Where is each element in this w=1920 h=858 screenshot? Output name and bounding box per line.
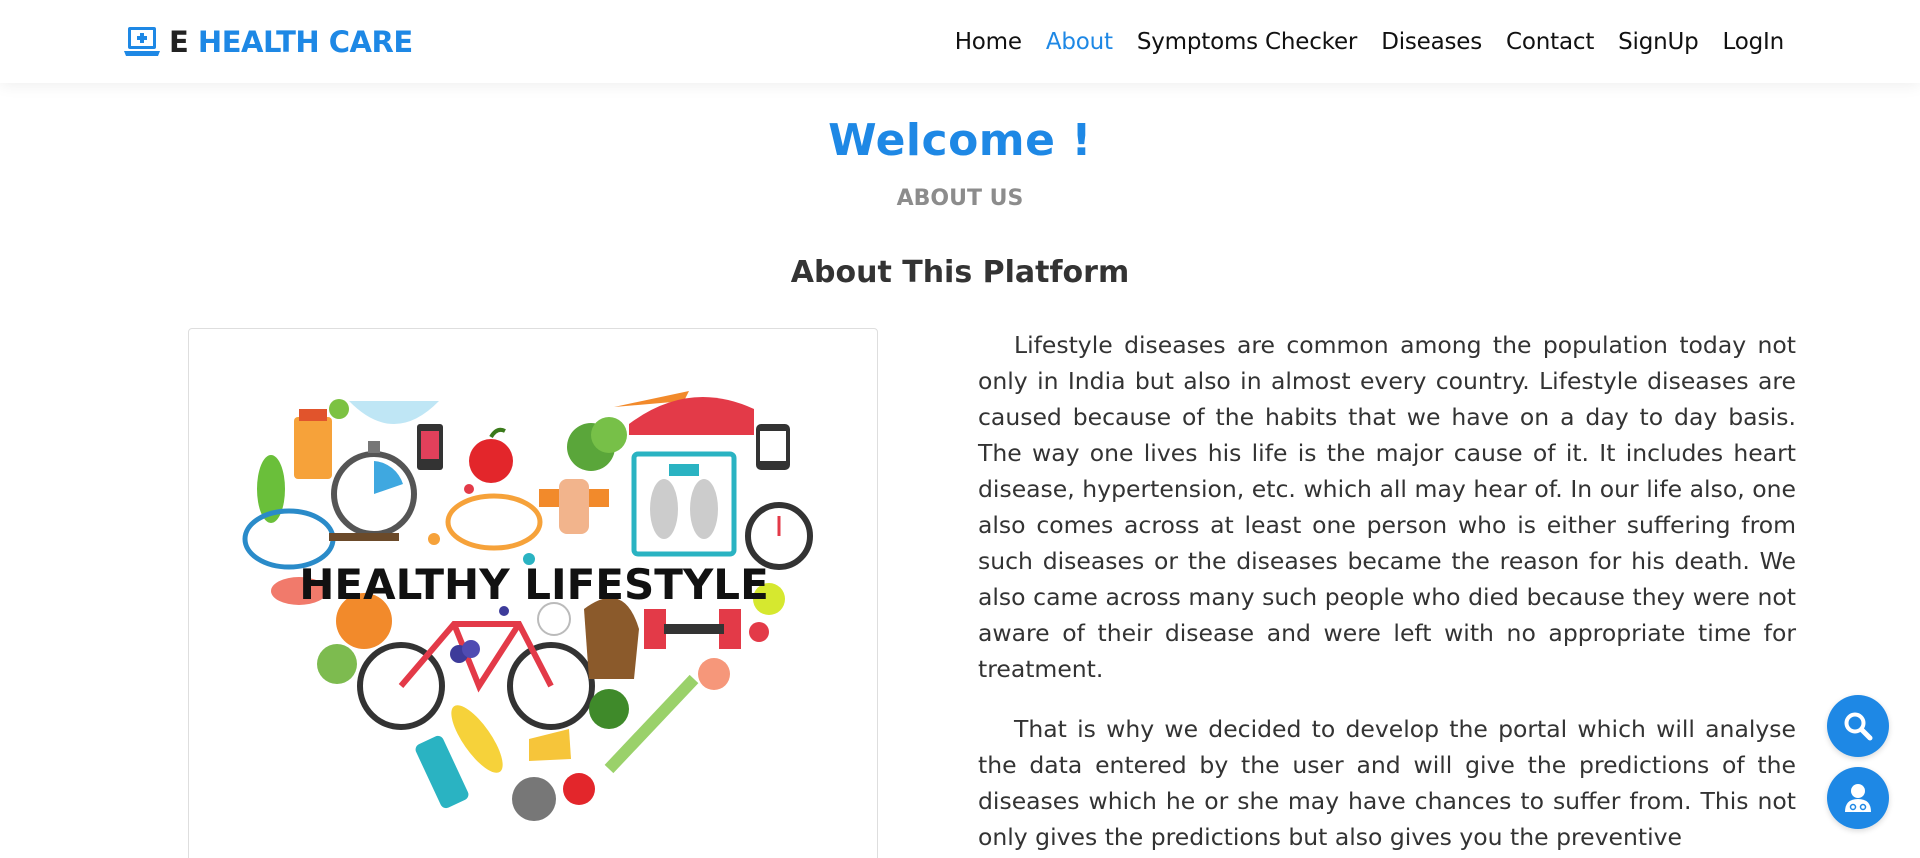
about-paragraph-2: That is why we decided to develop the po… — [978, 715, 1796, 851]
floating-doctor-button[interactable] — [1827, 767, 1889, 829]
site-logo[interactable]: E HEALTH CARE — [123, 22, 413, 62]
about-text: Lifestyle diseases are common among the … — [978, 327, 1796, 858]
welcome-heading: Welcome ! — [828, 115, 1092, 166]
nav-symptoms-checker[interactable]: Symptoms Checker — [1137, 29, 1358, 55]
nav-login[interactable]: LogIn — [1723, 29, 1785, 55]
section-title: About This Platform — [790, 255, 1130, 290]
nav-contact[interactable]: Contact — [1506, 29, 1594, 55]
logo-text: E HEALTH CARE — [169, 25, 413, 59]
logo-brand: HEALTH CARE — [197, 25, 413, 59]
search-icon — [1844, 712, 1873, 741]
image-caption: HEALTHY LIFESTYLE — [299, 560, 769, 609]
main-nav: Home About Symptoms Checker Diseases Con… — [955, 24, 1784, 60]
site-header: E HEALTH CARE Home About Symptoms Checke… — [0, 0, 1920, 83]
nav-signup[interactable]: SignUp — [1618, 29, 1699, 55]
nav-diseases[interactable]: Diseases — [1381, 29, 1482, 55]
healthy-lifestyle-image: HEALTHY LIFESTYLE — [188, 328, 878, 858]
about-us-label: ABOUT US — [896, 186, 1024, 211]
nav-home[interactable]: Home — [955, 29, 1022, 55]
laptop-medical-icon — [124, 27, 160, 56]
floating-search-button[interactable] — [1827, 695, 1889, 757]
logo-letter-e: E — [169, 25, 189, 59]
nav-about[interactable]: About — [1046, 29, 1113, 55]
about-paragraph-1: Lifestyle diseases are common among the … — [978, 331, 1796, 683]
doctor-icon — [1845, 784, 1871, 812]
healthy-lifestyle-illustration: HEALTHY LIFESTYLE — [242, 391, 813, 821]
